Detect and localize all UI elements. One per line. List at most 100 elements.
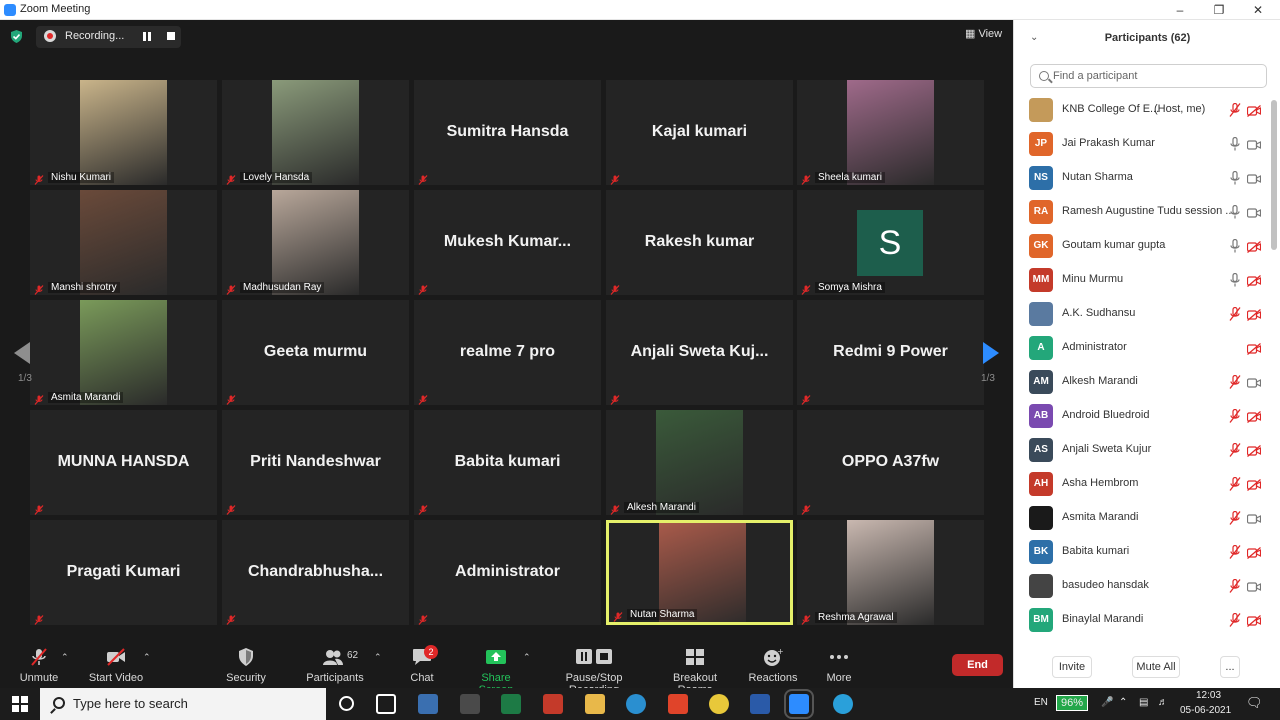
office-icon[interactable]: [668, 694, 688, 714]
participant-video-tile[interactable]: Geeta murmu: [222, 300, 409, 405]
next-page-arrow-icon[interactable]: [983, 342, 999, 364]
share-options-caret-icon[interactable]: ⌃: [523, 652, 531, 663]
participant-row[interactable]: BM Binaylal Marandi: [1014, 603, 1269, 637]
volume-icon[interactable]: ♬: [1158, 697, 1168, 708]
participant-video-tile[interactable]: Nishu Kumari: [30, 80, 217, 185]
excel-icon[interactable]: [501, 694, 521, 714]
microphone-icon[interactable]: [1229, 272, 1241, 287]
participant-video-tile[interactable]: MUNNA HANSDA: [30, 410, 217, 515]
participant-video-tile[interactable]: Anjali Sweta Kuj...: [606, 300, 793, 405]
video-options-caret-icon[interactable]: ⌃: [143, 652, 151, 663]
audio-options-caret-icon[interactable]: ⌃: [61, 652, 69, 663]
clock-time[interactable]: 12:03: [1196, 690, 1221, 701]
participant-video-tile[interactable]: Sumitra Hansda: [414, 80, 601, 185]
participant-row[interactable]: A.K. Sudhansu: [1014, 297, 1269, 331]
notification-icon[interactable]: 🗨: [1246, 695, 1263, 711]
participant-video-tile[interactable]: Chandrabhusha...: [222, 520, 409, 625]
participant-video-tile[interactable]: Asmita Marandi: [30, 300, 217, 405]
camera-off-icon[interactable]: [1246, 274, 1262, 287]
panel-more-button[interactable]: ...: [1220, 656, 1240, 678]
more-button[interactable]: More: [819, 648, 859, 684]
participant-row[interactable]: AS Anjali Sweta Kujur: [1014, 433, 1269, 467]
maximize-icon[interactable]: ❐: [1199, 0, 1239, 20]
network-icon[interactable]: ▤: [1139, 697, 1148, 708]
telegram-icon[interactable]: [833, 694, 853, 714]
camera-off-icon[interactable]: [1246, 308, 1262, 321]
participant-video-tile[interactable]: Sheela kumari: [797, 80, 984, 185]
microphone-icon[interactable]: [1229, 136, 1241, 151]
participant-row[interactable]: AM Alkesh Marandi: [1014, 365, 1269, 399]
muted-microphone-icon[interactable]: [1229, 578, 1241, 593]
camera-icon[interactable]: [1246, 172, 1262, 184]
muted-microphone-icon[interactable]: [1229, 612, 1241, 627]
stop-recording-icon[interactable]: [167, 32, 175, 40]
participant-video-tile[interactable]: Priti Nandeshwar: [222, 410, 409, 515]
muted-microphone-icon[interactable]: [1229, 102, 1241, 117]
muted-microphone-icon[interactable]: [1229, 306, 1241, 321]
cortana-icon[interactable]: [339, 696, 354, 711]
camera-off-icon[interactable]: [1246, 478, 1262, 491]
minimize-icon[interactable]: –: [1160, 0, 1200, 20]
file-explorer-icon[interactable]: [585, 694, 605, 714]
participant-video-tile[interactable]: Alkesh Marandi: [606, 410, 793, 515]
camera-off-icon[interactable]: [1246, 410, 1262, 423]
muted-microphone-icon[interactable]: [1229, 408, 1241, 423]
participant-search-input[interactable]: [1053, 68, 1253, 84]
camera-icon[interactable]: [1246, 580, 1262, 592]
participant-row[interactable]: KNB College Of E... (Host, me): [1014, 93, 1269, 127]
microphone-icon[interactable]: [1229, 238, 1241, 253]
camera-icon[interactable]: [1246, 376, 1262, 388]
taskbar-search-box[interactable]: Type here to search: [40, 688, 326, 720]
task-view-icon[interactable]: [376, 694, 396, 714]
participant-video-tile[interactable]: Lovely Hansda: [222, 80, 409, 185]
participant-row[interactable]: NS Nutan Sharma: [1014, 161, 1269, 195]
encryption-shield-icon[interactable]: [10, 30, 23, 43]
unmute-button[interactable]: Unmute: [19, 648, 59, 684]
camera-off-icon[interactable]: [1246, 240, 1262, 253]
participant-row[interactable]: basudeo hansdak: [1014, 569, 1269, 603]
participant-row[interactable]: GK Goutam kumar gupta: [1014, 229, 1269, 263]
participant-row[interactable]: JP Jai Prakash Kumar: [1014, 127, 1269, 161]
muted-microphone-icon[interactable]: [1229, 442, 1241, 457]
zoom-taskbar-icon[interactable]: [784, 689, 814, 719]
reactions-button[interactable]: + Reactions: [748, 648, 798, 684]
camera-icon[interactable]: [1246, 206, 1262, 218]
participant-row[interactable]: AB Android Bluedroid: [1014, 399, 1269, 433]
camera-off-icon[interactable]: [1246, 444, 1262, 457]
participant-video-tile[interactable]: S Somya Mishra: [797, 190, 984, 295]
participants-options-caret-icon[interactable]: ⌃: [374, 652, 382, 663]
participant-video-tile[interactable]: Administrator: [414, 520, 601, 625]
participant-video-tile[interactable]: Babita kumari: [414, 410, 601, 515]
participant-video-tile[interactable]: Kajal kumari: [606, 80, 793, 185]
pause-recording-icon[interactable]: [143, 32, 151, 41]
participant-search[interactable]: [1030, 64, 1267, 88]
end-meeting-button[interactable]: End: [952, 654, 1003, 676]
microphone-icon[interactable]: [1229, 204, 1241, 219]
muted-microphone-icon[interactable]: [1229, 374, 1241, 389]
close-icon[interactable]: ✕: [1238, 0, 1278, 20]
participant-video-tile[interactable]: Reshma Agrawal: [797, 520, 984, 625]
muted-microphone-icon[interactable]: [1229, 476, 1241, 491]
previous-page-arrow-icon[interactable]: [14, 342, 30, 364]
participant-list-scrollbar[interactable]: [1271, 100, 1277, 250]
participant-video-tile[interactable]: Manshi shrotry: [30, 190, 217, 295]
participant-row[interactable]: RA Ramesh Augustine Tudu session ...: [1014, 195, 1269, 229]
participant-row[interactable]: Asmita Marandi: [1014, 501, 1269, 535]
participant-video-tile[interactable]: Mukesh Kumar...: [414, 190, 601, 295]
participant-row[interactable]: MM Minu Murmu: [1014, 263, 1269, 297]
muted-microphone-icon[interactable]: [1229, 510, 1241, 525]
participant-video-tile[interactable]: OPPO A37fw: [797, 410, 984, 515]
store-icon[interactable]: [460, 694, 480, 714]
participant-video-tile[interactable]: Pragati Kumari: [30, 520, 217, 625]
show-hidden-icons-icon[interactable]: ⌃: [1119, 697, 1127, 708]
file-app-icon[interactable]: [418, 694, 438, 714]
participant-video-tile[interactable]: Madhusudan Ray: [222, 190, 409, 295]
battery-indicator[interactable]: 96%: [1056, 695, 1089, 711]
camera-off-icon[interactable]: [1246, 546, 1262, 559]
view-button[interactable]: ▦ View: [965, 27, 1002, 40]
participant-row[interactable]: A Administrator: [1014, 331, 1269, 365]
camera-icon[interactable]: [1246, 512, 1262, 524]
edge-icon[interactable]: [626, 694, 646, 714]
windows-start-icon[interactable]: [12, 696, 28, 712]
mute-all-button[interactable]: Mute All: [1132, 656, 1180, 678]
